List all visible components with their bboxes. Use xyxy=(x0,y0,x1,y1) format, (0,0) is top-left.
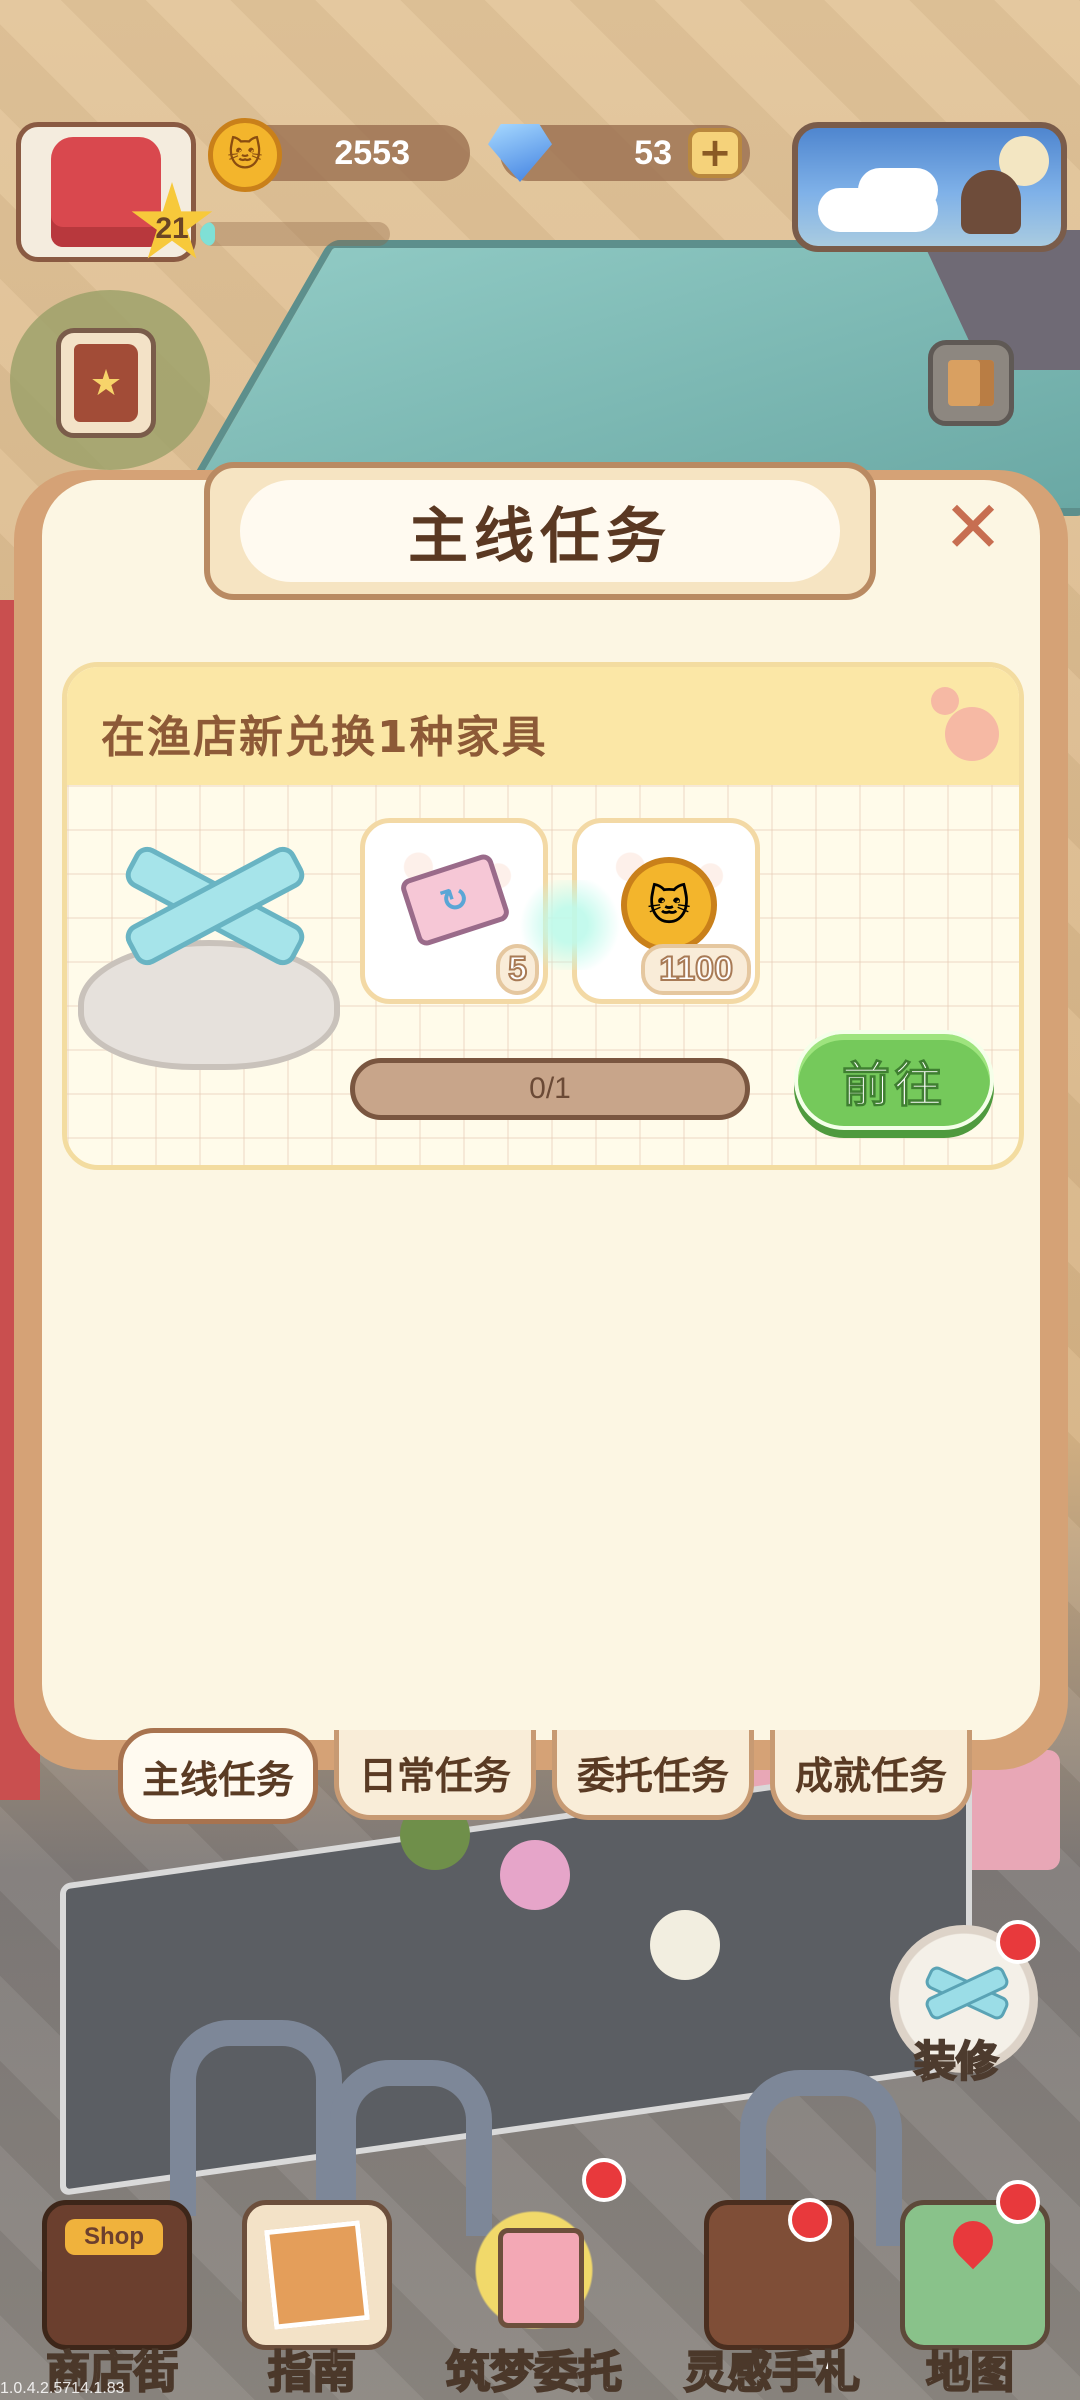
progress-text: 0/1 xyxy=(529,1072,571,1105)
coin-icon: 🐱 xyxy=(208,118,282,192)
dog-photo-icon xyxy=(264,2220,370,2330)
notification-badge xyxy=(996,2180,1040,2224)
tab-commission[interactable]: 委托任务 xyxy=(552,1730,754,1820)
notification-badge xyxy=(582,2158,626,2202)
bear-figure-icon xyxy=(961,170,1021,234)
nav-shop-street[interactable]: Shop 商店街 xyxy=(22,2190,202,2400)
quest-progress-bar: 0/1 xyxy=(350,1058,750,1120)
storage-box-button[interactable] xyxy=(928,340,1014,426)
go-button[interactable]: 前往 xyxy=(794,1030,994,1130)
add-gems-button[interactable]: + xyxy=(688,128,742,178)
furniture-icon xyxy=(922,1963,1012,2023)
tab-label: 委托任务 xyxy=(576,1754,729,1798)
nav-dream-commission[interactable]: 筑梦委托 xyxy=(434,2190,634,2400)
nav-inspiration-notes[interactable]: 灵感手札 xyxy=(672,2190,872,2400)
map-pin-icon xyxy=(944,2212,1002,2270)
ticket-icon: ↻ xyxy=(398,851,512,949)
map-icon xyxy=(900,2200,1050,2350)
quest-title: 在渔店新兑换1种家具 xyxy=(101,712,548,763)
notification-badge xyxy=(788,2198,832,2242)
nav-label: 灵感手札 xyxy=(683,2346,861,2399)
furniture-frame xyxy=(110,840,310,971)
tab-achievement[interactable]: 成就任务 xyxy=(770,1730,972,1820)
furniture-target-icon xyxy=(70,830,350,1080)
star-book-icon: ★ xyxy=(74,344,138,422)
decor-dot xyxy=(931,687,959,715)
plus-icon: + xyxy=(698,130,732,176)
coin-amount: 2553 xyxy=(334,133,410,172)
panel-title-plate: 主线任务 xyxy=(204,462,876,600)
decor-dot xyxy=(945,707,999,761)
tab-main[interactable]: 主线任务 xyxy=(118,1728,318,1824)
guide-book-icon xyxy=(242,2200,392,2350)
nav-label: 指南 xyxy=(267,2346,357,2399)
coin-icon: 🐱 xyxy=(621,857,717,953)
shop-icon: Shop xyxy=(42,2200,192,2350)
sparkle-effect xyxy=(520,880,620,970)
nav-map[interactable]: 地图 xyxy=(880,2190,1060,2400)
close-button[interactable]: ✕ xyxy=(938,485,1008,569)
cloud-icon xyxy=(858,168,938,212)
close-icon: ✕ xyxy=(942,485,1004,569)
notification-badge xyxy=(996,1920,1040,1964)
go-button-label: 前往 xyxy=(841,1057,946,1114)
dream-notebook-icon xyxy=(464,2200,604,2340)
quest-header: 在渔店新兑换1种家具 xyxy=(67,667,1019,785)
xp-bar xyxy=(200,222,390,246)
gem-amount: 53 xyxy=(634,133,672,172)
shop-sign: Shop xyxy=(65,2219,163,2255)
flower-pot xyxy=(500,1840,570,1910)
armchair-icon xyxy=(51,137,161,247)
collection-book-button[interactable]: ★ xyxy=(56,328,156,438)
tab-label: 日常任务 xyxy=(358,1754,511,1798)
tab-label: 主线任务 xyxy=(141,1757,294,1802)
notebook-icon xyxy=(498,2228,584,2328)
nav-label: 筑梦委托 xyxy=(445,2346,623,2399)
nav-guide[interactable]: 指南 xyxy=(222,2190,402,2400)
version-text: 1.0.4.2.5714.1.83 xyxy=(0,2380,125,2397)
reward-count: 1100 xyxy=(641,944,751,995)
pipe-decoration xyxy=(170,2020,342,2216)
box-icon xyxy=(948,360,994,406)
tab-daily[interactable]: 日常任务 xyxy=(334,1730,536,1820)
flower-pot xyxy=(650,1910,720,1980)
panel-title: 主线任务 xyxy=(408,501,672,572)
weather-widget[interactable] xyxy=(792,122,1067,252)
nav-label: 地图 xyxy=(925,2346,1015,2399)
decorate-label: 装修 xyxy=(913,2036,999,2087)
tab-label: 成就任务 xyxy=(794,1754,947,1798)
